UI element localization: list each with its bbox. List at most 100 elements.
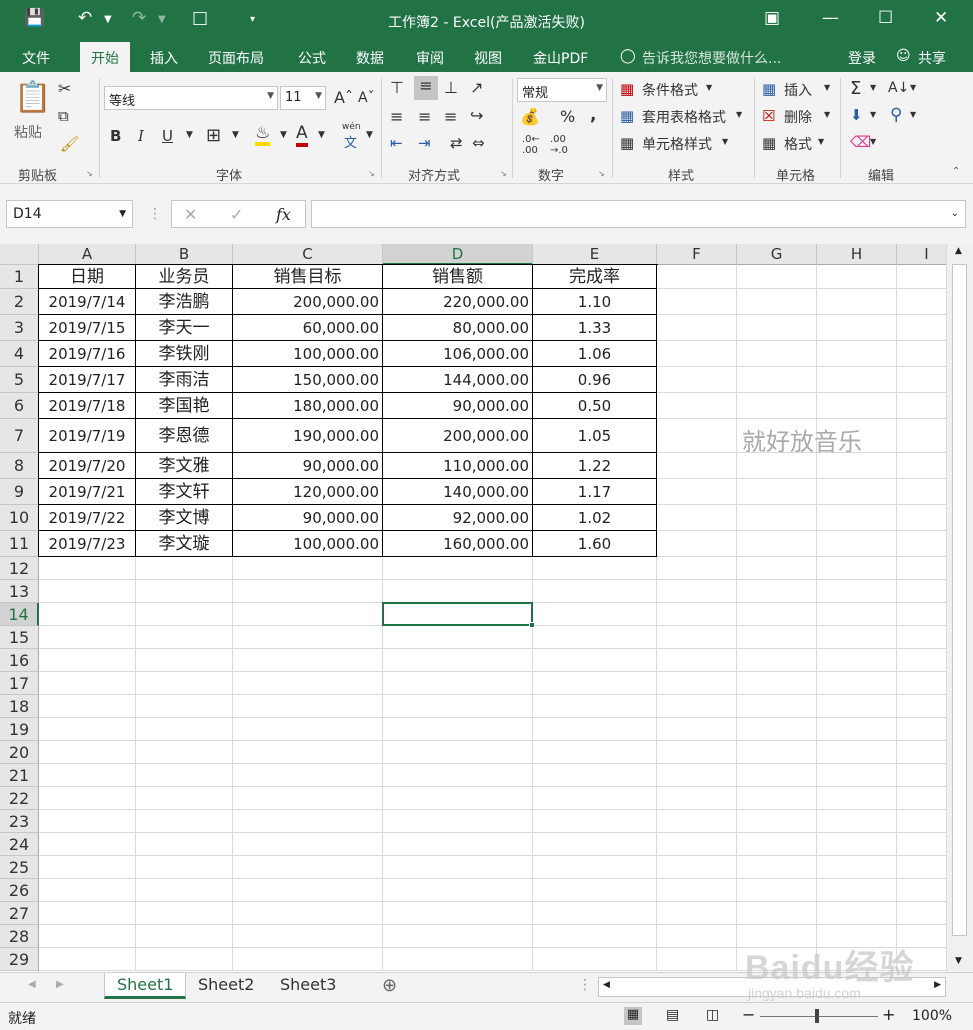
chevron-down-icon[interactable]: ▼	[870, 83, 876, 92]
grid-cell[interactable]	[233, 787, 383, 810]
grid-cell[interactable]	[533, 833, 657, 856]
grid-cell[interactable]: 120,000.00	[233, 479, 383, 505]
grid-cell[interactable]: 1.33	[533, 315, 657, 341]
grid-cell[interactable]	[136, 948, 233, 971]
grid-cell[interactable]	[136, 925, 233, 948]
page-break-view-icon[interactable]: ◫	[706, 1007, 719, 1023]
grid-cell[interactable]	[39, 902, 136, 925]
grid-cell[interactable]	[136, 557, 233, 580]
grid-cell[interactable]	[383, 672, 533, 695]
grid-cell[interactable]	[817, 649, 897, 672]
font-launcher-icon[interactable]: ↘	[368, 169, 375, 178]
grid-cell[interactable]: 200,000.00	[383, 419, 533, 453]
grid-cell[interactable]	[897, 531, 946, 557]
grid-cell[interactable]	[737, 764, 817, 787]
delete-cells-button[interactable]: 删除	[784, 107, 812, 127]
grid-cell[interactable]	[533, 649, 657, 672]
cancel-entry-icon[interactable]: ✕	[184, 205, 197, 224]
increase-indent-icon[interactable]: ⇥	[418, 134, 431, 152]
grid-cell[interactable]	[383, 925, 533, 948]
grid-cell[interactable]	[136, 764, 233, 787]
delete-cells-icon[interactable]: ☒	[762, 107, 775, 125]
row-header[interactable]: 25	[0, 856, 39, 879]
grid-cell[interactable]	[897, 367, 946, 393]
prev-sheet-icon[interactable]: ◀	[28, 979, 36, 990]
expand-formula-icon[interactable]: ⌄	[951, 208, 959, 219]
grid-cell[interactable]	[657, 787, 737, 810]
grid-cell[interactable]	[383, 856, 533, 879]
grid-cell[interactable]: 1.06	[533, 341, 657, 367]
grid-cell[interactable]	[897, 265, 946, 289]
clear-icon[interactable]: ⌫	[850, 133, 871, 151]
font-color-icon[interactable]: A	[296, 123, 308, 147]
row-header[interactable]: 5	[0, 367, 39, 393]
cell-styles-button[interactable]: 单元格样式	[642, 134, 712, 154]
conditional-format-button[interactable]: 条件格式	[642, 80, 698, 100]
tab-page-layout[interactable]: 页面布局	[208, 48, 264, 68]
grid-cell[interactable]	[817, 315, 897, 341]
grid-cell[interactable]	[657, 419, 737, 453]
grid-cell[interactable]	[657, 531, 737, 557]
grid-cell[interactable]: 李文雅	[136, 453, 233, 479]
grid-cell[interactable]	[657, 718, 737, 741]
grid-cell[interactable]: 李雨洁	[136, 367, 233, 393]
add-sheet-icon[interactable]: ⊕	[382, 975, 397, 996]
row-header[interactable]: 22	[0, 787, 39, 810]
grid-cell[interactable]	[737, 531, 817, 557]
format-as-table-button[interactable]: 套用表格格式	[642, 107, 726, 127]
increase-decimal-icon[interactable]: .0← .00	[522, 134, 540, 156]
grid-cell[interactable]: 100,000.00	[233, 341, 383, 367]
number-launcher-icon[interactable]: ↘	[598, 169, 605, 178]
copy-icon[interactable]: ⧉	[58, 107, 69, 125]
grid-cell[interactable]	[533, 580, 657, 603]
grid-cell[interactable]: 92,000.00	[383, 505, 533, 531]
phonetic-button[interactable]: wén	[342, 122, 361, 132]
chevron-down-icon[interactable]: ▼	[870, 137, 876, 146]
grid-cell[interactable]	[897, 580, 946, 603]
grid-cell[interactable]	[233, 879, 383, 902]
grid-cell[interactable]	[136, 833, 233, 856]
borders-icon[interactable]: ⊞	[206, 125, 221, 146]
grid-cell[interactable]	[136, 718, 233, 741]
grid-cell[interactable]	[39, 695, 136, 718]
grid-cell[interactable]	[136, 695, 233, 718]
grid-cell[interactable]	[657, 764, 737, 787]
ribbon-display-icon[interactable]: ▣	[764, 8, 780, 28]
grid-cell[interactable]	[383, 787, 533, 810]
grid-cell[interactable]	[39, 764, 136, 787]
grid-cell[interactable]	[233, 672, 383, 695]
drag-handle-icon[interactable]: ⋮	[578, 977, 592, 993]
underline-dropdown-icon[interactable]: ▼	[186, 130, 193, 140]
grid-cell[interactable]	[39, 856, 136, 879]
grid-cell[interactable]	[233, 718, 383, 741]
grid-cell[interactable]	[737, 393, 817, 419]
grid-cell[interactable]	[233, 902, 383, 925]
column-header[interactable]: D	[383, 244, 533, 265]
vertical-scrollbar[interactable]: ▲ ▼	[946, 244, 973, 972]
row-header[interactable]: 29	[0, 948, 39, 971]
grid-cell[interactable]: 1.05	[533, 419, 657, 453]
grid-cell[interactable]	[657, 603, 737, 626]
grid-cell[interactable]	[233, 603, 383, 626]
font-size-combo[interactable]: 11 ▼	[280, 86, 326, 110]
grid-cell[interactable]: 80,000.00	[383, 315, 533, 341]
grid-cell[interactable]	[383, 948, 533, 971]
tab-view[interactable]: 视图	[474, 48, 502, 68]
row-header[interactable]: 12	[0, 557, 39, 580]
tab-file[interactable]: 文件	[22, 48, 50, 68]
grid-cell[interactable]	[657, 453, 737, 479]
grid-cell[interactable]	[233, 948, 383, 971]
column-header[interactable]: F	[657, 244, 737, 265]
row-header[interactable]: 9	[0, 479, 39, 505]
table-header-cell[interactable]: 完成率	[533, 265, 657, 289]
grid-cell[interactable]	[897, 626, 946, 649]
maximize-icon[interactable]: ☐	[878, 8, 893, 28]
grid-cell[interactable]	[817, 810, 897, 833]
grid-cell[interactable]	[233, 695, 383, 718]
grid-cell[interactable]	[817, 741, 897, 764]
scroll-left-icon[interactable]: ◀	[603, 980, 610, 990]
grid-cell[interactable]: 2019/7/20	[39, 453, 136, 479]
grid-cell[interactable]: 2019/7/23	[39, 531, 136, 557]
grid-cell[interactable]	[897, 741, 946, 764]
grid-cell[interactable]	[657, 557, 737, 580]
